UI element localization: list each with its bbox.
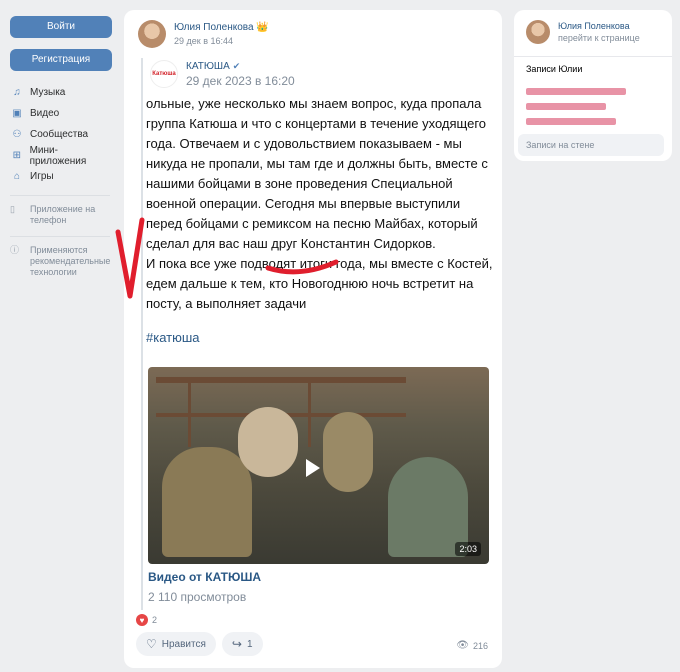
- verified-icon: ✔: [232, 60, 241, 71]
- sidebar-item-label: Музыка: [30, 87, 66, 98]
- like-button[interactable]: ♡ Нравится: [136, 632, 216, 656]
- video-frame-figure: [238, 407, 298, 477]
- post-paragraph: ольные, уже несколько мы знаем вопрос, к…: [146, 96, 488, 251]
- play-icon[interactable]: [306, 459, 320, 477]
- games-icon: ⌂: [13, 171, 21, 182]
- repost-header: Катюша КАТЮША ✔ 29 дек 2023 в 16:20: [150, 60, 295, 88]
- sidebar-item-label: Игры: [30, 171, 54, 182]
- hashtag-link[interactable]: #катюша: [146, 330, 200, 345]
- redacted-content: [526, 88, 626, 134]
- sidebar-item-communities[interactable]: ⚇ Сообщества: [10, 124, 112, 145]
- video-player[interactable]: 2:03: [148, 367, 489, 564]
- divider: [10, 236, 110, 237]
- login-button[interactable]: Войти: [10, 16, 112, 38]
- sidebar-item-video[interactable]: ▣ Видео: [10, 103, 112, 124]
- posts-section-title[interactable]: Записи Юлии: [526, 64, 582, 74]
- sidebar-item-games[interactable]: ⌂ Игры: [10, 166, 112, 187]
- video-frame-figure: [323, 412, 373, 492]
- video-frame-bar: [308, 377, 311, 447]
- views-counter: 👁 216: [456, 640, 488, 651]
- profile-header[interactable]: Юлия Поленкова перейти к странице: [526, 20, 640, 44]
- video-frame-figure: [162, 447, 252, 557]
- eye-icon: 👁: [456, 640, 469, 651]
- reactions-count: 2: [152, 615, 158, 625]
- heart-icon: ♥: [136, 614, 148, 626]
- repost-date[interactable]: 29 дек 2023 в 16:20: [186, 74, 295, 88]
- share-button[interactable]: ↪ 1: [221, 632, 263, 656]
- apps-icon: ⊞: [12, 150, 21, 161]
- divider: [514, 56, 672, 57]
- avatar[interactable]: [138, 20, 166, 48]
- left-sidebar: Войти Регистрация ♫ Музыка ▣ Видео ⚇ Соо…: [10, 16, 112, 288]
- like-label: Нравится: [161, 638, 206, 650]
- reactions[interactable]: ♥ 2: [136, 614, 157, 626]
- sidebar-item-label: Мини-приложения: [29, 144, 87, 167]
- sidebar-item-music[interactable]: ♫ Музыка: [10, 82, 112, 103]
- crown-icon: 👑: [256, 22, 269, 33]
- profile-panel: Юлия Поленкова перейти к странице Записи…: [514, 10, 672, 161]
- avatar[interactable]: [526, 20, 550, 44]
- video-duration: 2:03: [455, 542, 481, 556]
- register-button[interactable]: Регистрация: [10, 49, 112, 71]
- video-views: 2 110 просмотров: [148, 590, 247, 604]
- repost-logo[interactable]: Катюша: [150, 60, 178, 88]
- info-icon: ⓘ: [10, 245, 20, 255]
- music-icon: ♫: [13, 87, 21, 98]
- share-icon: ↪: [231, 637, 242, 651]
- redaction-mark: [526, 118, 616, 125]
- post-author[interactable]: Юлия Поленкова 👑: [174, 22, 269, 33]
- profile-name[interactable]: Юлия Поленкова: [558, 21, 640, 31]
- phone-icon: ▯: [10, 204, 15, 214]
- post-header: Юлия Поленкова 👑 29 дек в 16:44: [138, 20, 269, 48]
- app-link[interactable]: ▯ Приложение на телефон: [10, 204, 112, 226]
- nav-menu: ♫ Музыка ▣ Видео ⚇ Сообщества ⊞ Мини-при…: [10, 82, 112, 278]
- recommendations-label: Применяются рекомендательные технологии: [30, 245, 111, 277]
- post-actions: ♡ Нравится ↪ 1: [136, 632, 269, 656]
- sidebar-item-label: Сообщества: [30, 129, 89, 140]
- communities-icon: ⚇: [12, 129, 22, 140]
- video-title[interactable]: Видео от КАТЮША: [148, 570, 261, 584]
- sidebar-item-label: Видео: [30, 108, 60, 119]
- redaction-mark: [526, 103, 606, 110]
- redaction-mark: [526, 88, 626, 95]
- post-date[interactable]: 29 дек в 16:44: [174, 36, 269, 46]
- recommendations-note[interactable]: ⓘ Применяются рекомендательные технологи…: [10, 245, 112, 278]
- sidebar-item-apps[interactable]: ⊞ Мини-приложения: [10, 144, 112, 167]
- wall-post: Юлия Поленкова 👑 29 дек в 16:44 Катюша К…: [124, 10, 502, 668]
- post-text: ольные, уже несколько мы знаем вопрос, к…: [146, 94, 496, 314]
- author-name: Юлия Поленкова: [174, 22, 254, 33]
- post-paragraph: И пока все уже подводят итоги года, мы в…: [146, 256, 493, 311]
- share-count: 1: [246, 638, 253, 650]
- repost-source[interactable]: КАТЮША ✔: [186, 61, 295, 72]
- heart-outline-icon: ♡: [146, 637, 157, 651]
- wall-posts-button[interactable]: Записи на стене: [518, 134, 664, 156]
- repost-source-name: КАТЮША: [186, 60, 230, 72]
- profile-link[interactable]: перейти к странице: [558, 33, 640, 43]
- app-link-label: Приложение на телефон: [30, 204, 96, 225]
- video-frame-bar: [188, 377, 191, 447]
- views-count: 216: [472, 640, 488, 651]
- repost-line: [141, 58, 143, 610]
- video-icon: ▣: [12, 108, 22, 119]
- divider: [10, 195, 110, 196]
